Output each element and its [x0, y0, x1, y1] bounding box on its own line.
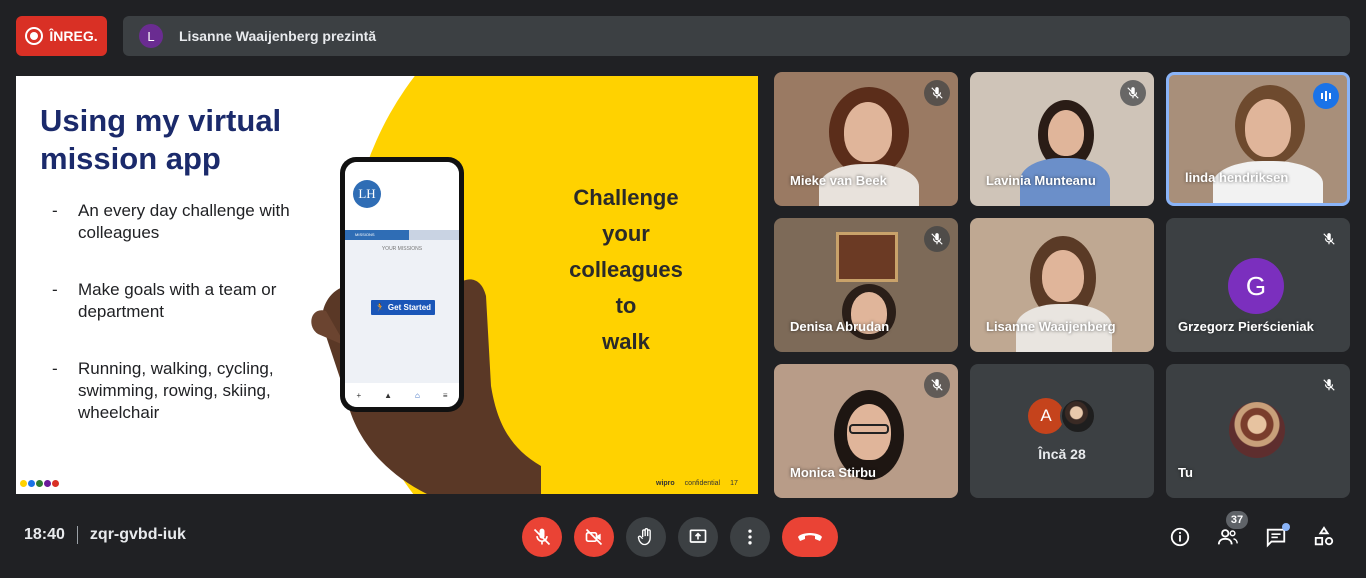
presenter-avatar: L	[139, 24, 163, 48]
self-avatar	[1229, 402, 1285, 458]
slide-bullet: Make goals with a team or department	[52, 279, 322, 323]
mic-off-icon	[1120, 80, 1146, 106]
more-participants-tile[interactable]: A Încă 28	[970, 364, 1154, 498]
clock: 18:40	[24, 526, 65, 543]
present-now-button[interactable]	[678, 517, 718, 557]
more-icon	[740, 527, 760, 547]
mic-off-icon	[532, 527, 552, 547]
participant-name: Lavinia Munteanu	[986, 173, 1096, 188]
more-participants-label: Încă 28	[1038, 446, 1086, 462]
presenting-text: Lisanne Waaijenberg prezintă	[179, 28, 377, 44]
speaking-indicator-icon	[1313, 83, 1339, 109]
meeting-code: zqr-gvbd-iuk	[89, 526, 186, 543]
participant-name: Tu	[1178, 465, 1193, 480]
activities-icon	[1313, 526, 1335, 548]
participant-name: linda hendriksen	[1185, 170, 1289, 185]
slide-footer: wipro confidential 17	[656, 480, 738, 487]
recording-label: ÎNREG.	[49, 28, 98, 44]
side-panel-controls: 37	[1160, 511, 1344, 557]
slide-challenge-text: Challenge your colleagues to walk	[569, 185, 683, 354]
people-count-badge: 37	[1226, 511, 1248, 529]
info-icon	[1169, 526, 1191, 548]
participant-name: Monica Stirbu	[790, 465, 876, 480]
leave-call-button[interactable]	[782, 517, 838, 557]
participant-name: Grzegorz Pierścieniak	[1178, 319, 1314, 334]
participant-avatar-photo	[1060, 398, 1096, 434]
mic-toggle-button[interactable]	[522, 517, 562, 557]
call-controls	[522, 517, 838, 557]
participant-tile[interactable]: Mieke van Beek	[774, 72, 958, 206]
hand-icon	[636, 527, 656, 547]
camera-off-icon	[584, 527, 604, 547]
phone-mockup: LH MISSIONS YOUR MISSIONS 🏃 Get Started …	[340, 157, 464, 412]
mic-off-icon	[924, 372, 950, 398]
slide-bullet: Running, walking, cycling, swimming, row…	[52, 358, 322, 424]
activities-button[interactable]	[1304, 517, 1344, 557]
record-icon	[25, 27, 44, 45]
slide-logo-dots	[20, 480, 59, 487]
recording-button[interactable]: ÎNREG.	[16, 16, 107, 56]
chat-button[interactable]	[1256, 517, 1296, 557]
participant-avatar: A	[1028, 398, 1064, 434]
self-tile[interactable]: Tu	[1166, 364, 1350, 498]
participant-name: Mieke van Beek	[790, 173, 887, 188]
mic-off-icon	[1316, 372, 1342, 398]
meeting-details: 18:40 zqr-gvbd-iuk	[24, 526, 186, 544]
chat-notification-dot	[1282, 523, 1290, 531]
participant-tile[interactable]: Lisanne Waaijenberg	[970, 218, 1154, 352]
mic-off-icon	[924, 226, 950, 252]
participant-tile[interactable]: G Grzegorz Pierścieniak	[1166, 218, 1350, 352]
mic-off-icon	[1316, 226, 1342, 252]
people-button[interactable]: 37	[1208, 511, 1248, 557]
camera-toggle-button[interactable]	[574, 517, 614, 557]
hangup-icon	[797, 530, 823, 544]
meeting-details-button[interactable]	[1160, 517, 1200, 557]
presenting-banner[interactable]: L Lisanne Waaijenberg prezintă	[123, 16, 1350, 56]
present-icon	[688, 527, 708, 547]
participant-tile[interactable]: Monica Stirbu	[774, 364, 958, 498]
wipro-logo: wipro	[656, 480, 675, 487]
participant-tile-speaking[interactable]: linda hendriksen	[1166, 72, 1350, 206]
slide-bullets: An every day challenge with colleagues M…	[52, 200, 322, 459]
participant-tile[interactable]: Lavinia Munteanu	[970, 72, 1154, 206]
phone-get-started: 🏃 Get Started	[371, 300, 435, 315]
participant-name: Lisanne Waaijenberg	[986, 319, 1116, 334]
people-icon	[1216, 526, 1240, 548]
more-options-button[interactable]	[730, 517, 770, 557]
phone-avatar: LH	[353, 180, 381, 208]
participant-avatar: G	[1228, 258, 1284, 314]
participant-name: Denisa Abrudan	[790, 319, 890, 334]
raise-hand-button[interactable]	[626, 517, 666, 557]
mic-off-icon	[924, 80, 950, 106]
slide-bullet: An every day challenge with colleagues	[52, 200, 322, 244]
participant-tile[interactable]: Denisa Abrudan	[774, 218, 958, 352]
slide-title: Using my virtual mission app	[40, 103, 282, 176]
meet-window: ÎNREG. L Lisanne Waaijenberg prezintă Us…	[0, 0, 1366, 578]
presentation-slide: Using my virtual mission app An every da…	[16, 76, 758, 494]
